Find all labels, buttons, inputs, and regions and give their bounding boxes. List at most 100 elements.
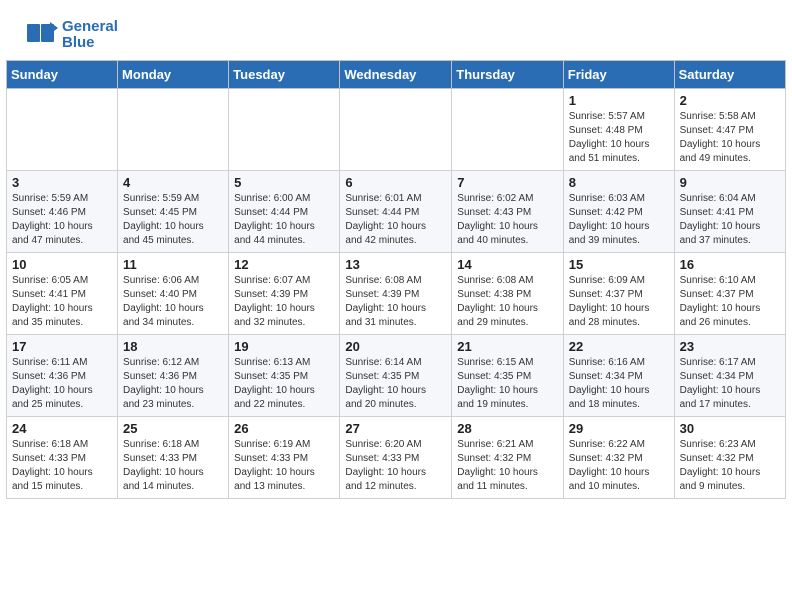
- day-number: 12: [234, 257, 334, 272]
- day-info: Sunrise: 6:23 AM Sunset: 4:32 PM Dayligh…: [680, 438, 780, 494]
- day-number: 10: [12, 257, 112, 272]
- day-number: 22: [569, 339, 669, 354]
- calendar-cell: 3 Sunrise: 5:59 AM Sunset: 4:46 PM Daylig…: [7, 171, 118, 253]
- day-info: Sunrise: 6:20 AM Sunset: 4:33 PM Dayligh…: [345, 438, 446, 494]
- day-number: 1: [569, 93, 669, 108]
- page-header: General Blue: [0, 0, 792, 60]
- day-info: Sunrise: 6:18 AM Sunset: 4:33 PM Dayligh…: [12, 438, 112, 494]
- day-number: 14: [457, 257, 557, 272]
- day-number: 2: [680, 93, 780, 108]
- calendar-table: SundayMondayTuesdayWednesdayThursdayFrid…: [6, 60, 786, 499]
- logo-text-general: General: [62, 19, 118, 36]
- day-info: Sunrise: 6:07 AM Sunset: 4:39 PM Dayligh…: [234, 274, 334, 330]
- calendar-cell: 26 Sunrise: 6:19 AM Sunset: 4:33 PM Dayli…: [229, 417, 340, 499]
- day-number: 7: [457, 175, 557, 190]
- calendar-cell: 16 Sunrise: 6:10 AM Sunset: 4:37 PM Dayli…: [674, 253, 785, 335]
- calendar-cell: 24 Sunrise: 6:18 AM Sunset: 4:33 PM Dayli…: [7, 417, 118, 499]
- calendar-cell: 2 Sunrise: 5:58 AM Sunset: 4:47 PM Daylig…: [674, 89, 785, 171]
- day-number: 15: [569, 257, 669, 272]
- calendar-cell: 18 Sunrise: 6:12 AM Sunset: 4:36 PM Dayli…: [118, 335, 229, 417]
- calendar-cell: 30 Sunrise: 6:23 AM Sunset: 4:32 PM Dayli…: [674, 417, 785, 499]
- weekday-header-thursday: Thursday: [452, 61, 563, 89]
- day-number: 5: [234, 175, 334, 190]
- day-number: 20: [345, 339, 446, 354]
- day-info: Sunrise: 6:01 AM Sunset: 4:44 PM Dayligh…: [345, 192, 446, 248]
- calendar-cell: 12 Sunrise: 6:07 AM Sunset: 4:39 PM Dayli…: [229, 253, 340, 335]
- calendar-cell: 4 Sunrise: 5:59 AM Sunset: 4:45 PM Daylig…: [118, 171, 229, 253]
- day-info: Sunrise: 6:22 AM Sunset: 4:32 PM Dayligh…: [569, 438, 669, 494]
- day-info: Sunrise: 6:02 AM Sunset: 4:43 PM Dayligh…: [457, 192, 557, 248]
- day-number: 3: [12, 175, 112, 190]
- day-number: 13: [345, 257, 446, 272]
- day-number: 6: [345, 175, 446, 190]
- weekday-header-tuesday: Tuesday: [229, 61, 340, 89]
- calendar-cell: 14 Sunrise: 6:08 AM Sunset: 4:38 PM Dayli…: [452, 253, 563, 335]
- day-number: 24: [12, 421, 112, 436]
- week-row-4: 17 Sunrise: 6:11 AM Sunset: 4:36 PM Dayli…: [7, 335, 786, 417]
- calendar-cell: 21Sunrise: 6:15 AM Sunset: 4:35 PM Dayli…: [452, 335, 563, 417]
- calendar-wrapper: SundayMondayTuesdayWednesdayThursdayFrid…: [0, 60, 792, 507]
- calendar-cell: 11Sunrise: 6:06 AM Sunset: 4:40 PM Dayli…: [118, 253, 229, 335]
- day-number: 30: [680, 421, 780, 436]
- day-info: Sunrise: 6:16 AM Sunset: 4:34 PM Dayligh…: [569, 356, 669, 412]
- calendar-cell: 28 Sunrise: 6:21 AM Sunset: 4:32 PM Dayli…: [452, 417, 563, 499]
- day-info: Sunrise: 6:17 AM Sunset: 4:34 PM Dayligh…: [680, 356, 780, 412]
- day-info: Sunrise: 5:59 AM Sunset: 4:45 PM Dayligh…: [123, 192, 223, 248]
- day-number: 25: [123, 421, 223, 436]
- day-info: Sunrise: 6:19 AM Sunset: 4:33 PM Dayligh…: [234, 438, 334, 494]
- day-info: Sunrise: 6:03 AM Sunset: 4:42 PM Dayligh…: [569, 192, 669, 248]
- day-info: Sunrise: 6:11 AM Sunset: 4:36 PM Dayligh…: [12, 356, 112, 412]
- day-info: Sunrise: 6:05 AM Sunset: 4:41 PM Dayligh…: [12, 274, 112, 330]
- weekday-header-row: SundayMondayTuesdayWednesdayThursdayFrid…: [7, 61, 786, 89]
- day-number: 26: [234, 421, 334, 436]
- day-number: 4: [123, 175, 223, 190]
- day-info: Sunrise: 5:57 AM Sunset: 4:48 PM Dayligh…: [569, 110, 669, 166]
- calendar-cell: 6 Sunrise: 6:01 AM Sunset: 4:44 PM Daylig…: [340, 171, 452, 253]
- day-number: 17: [12, 339, 112, 354]
- calendar-cell: [452, 89, 563, 171]
- calendar-cell: [229, 89, 340, 171]
- day-info: Sunrise: 6:12 AM Sunset: 4:36 PM Dayligh…: [123, 356, 223, 412]
- calendar-cell: 1 Sunrise: 5:57 AM Sunset: 4:48 PM Daylig…: [563, 89, 674, 171]
- day-number: 19: [234, 339, 334, 354]
- week-row-1: 1 Sunrise: 5:57 AM Sunset: 4:48 PM Daylig…: [7, 89, 786, 171]
- day-number: 9: [680, 175, 780, 190]
- day-info: Sunrise: 6:18 AM Sunset: 4:33 PM Dayligh…: [123, 438, 223, 494]
- day-number: 28: [457, 421, 557, 436]
- calendar-cell: 22 Sunrise: 6:16 AM Sunset: 4:34 PM Dayli…: [563, 335, 674, 417]
- calendar-cell: 5 Sunrise: 6:00 AM Sunset: 4:44 PM Daylig…: [229, 171, 340, 253]
- calendar-cell: 8 Sunrise: 6:03 AM Sunset: 4:42 PM Daylig…: [563, 171, 674, 253]
- weekday-header-friday: Friday: [563, 61, 674, 89]
- week-row-3: 10 Sunrise: 6:05 AM Sunset: 4:41 PM Dayli…: [7, 253, 786, 335]
- day-info: Sunrise: 6:09 AM Sunset: 4:37 PM Dayligh…: [569, 274, 669, 330]
- day-number: 8: [569, 175, 669, 190]
- day-number: 27: [345, 421, 446, 436]
- calendar-cell: 27 Sunrise: 6:20 AM Sunset: 4:33 PM Dayli…: [340, 417, 452, 499]
- day-info: Sunrise: 5:58 AM Sunset: 4:47 PM Dayligh…: [680, 110, 780, 166]
- day-info: Sunrise: 6:13 AM Sunset: 4:35 PM Dayligh…: [234, 356, 334, 412]
- day-number: 29: [569, 421, 669, 436]
- calendar-cell: 20Sunrise: 6:14 AM Sunset: 4:35 PM Dayli…: [340, 335, 452, 417]
- calendar-cell: 15 Sunrise: 6:09 AM Sunset: 4:37 PM Dayli…: [563, 253, 674, 335]
- calendar-cell: [340, 89, 452, 171]
- weekday-header-saturday: Saturday: [674, 61, 785, 89]
- day-info: Sunrise: 5:59 AM Sunset: 4:46 PM Dayligh…: [12, 192, 112, 248]
- day-info: Sunrise: 6:00 AM Sunset: 4:44 PM Dayligh…: [234, 192, 334, 248]
- week-row-5: 24 Sunrise: 6:18 AM Sunset: 4:33 PM Dayli…: [7, 417, 786, 499]
- weekday-header-wednesday: Wednesday: [340, 61, 452, 89]
- calendar-cell: [7, 89, 118, 171]
- day-info: Sunrise: 6:10 AM Sunset: 4:37 PM Dayligh…: [680, 274, 780, 330]
- logo: General Blue: [24, 18, 118, 52]
- calendar-cell: 29 Sunrise: 6:22 AM Sunset: 4:32 PM Dayli…: [563, 417, 674, 499]
- calendar-cell: 9 Sunrise: 6:04 AM Sunset: 4:41 PM Daylig…: [674, 171, 785, 253]
- day-info: Sunrise: 6:04 AM Sunset: 4:41 PM Dayligh…: [680, 192, 780, 248]
- weekday-header-monday: Monday: [118, 61, 229, 89]
- day-info: Sunrise: 6:08 AM Sunset: 4:38 PM Dayligh…: [457, 274, 557, 330]
- day-number: 21: [457, 339, 557, 354]
- week-row-2: 3 Sunrise: 5:59 AM Sunset: 4:46 PM Daylig…: [7, 171, 786, 253]
- day-number: 16: [680, 257, 780, 272]
- day-info: Sunrise: 6:08 AM Sunset: 4:39 PM Dayligh…: [345, 274, 446, 330]
- day-info: Sunrise: 6:21 AM Sunset: 4:32 PM Dayligh…: [457, 438, 557, 494]
- logo-icon: [24, 18, 58, 52]
- day-number: 18: [123, 339, 223, 354]
